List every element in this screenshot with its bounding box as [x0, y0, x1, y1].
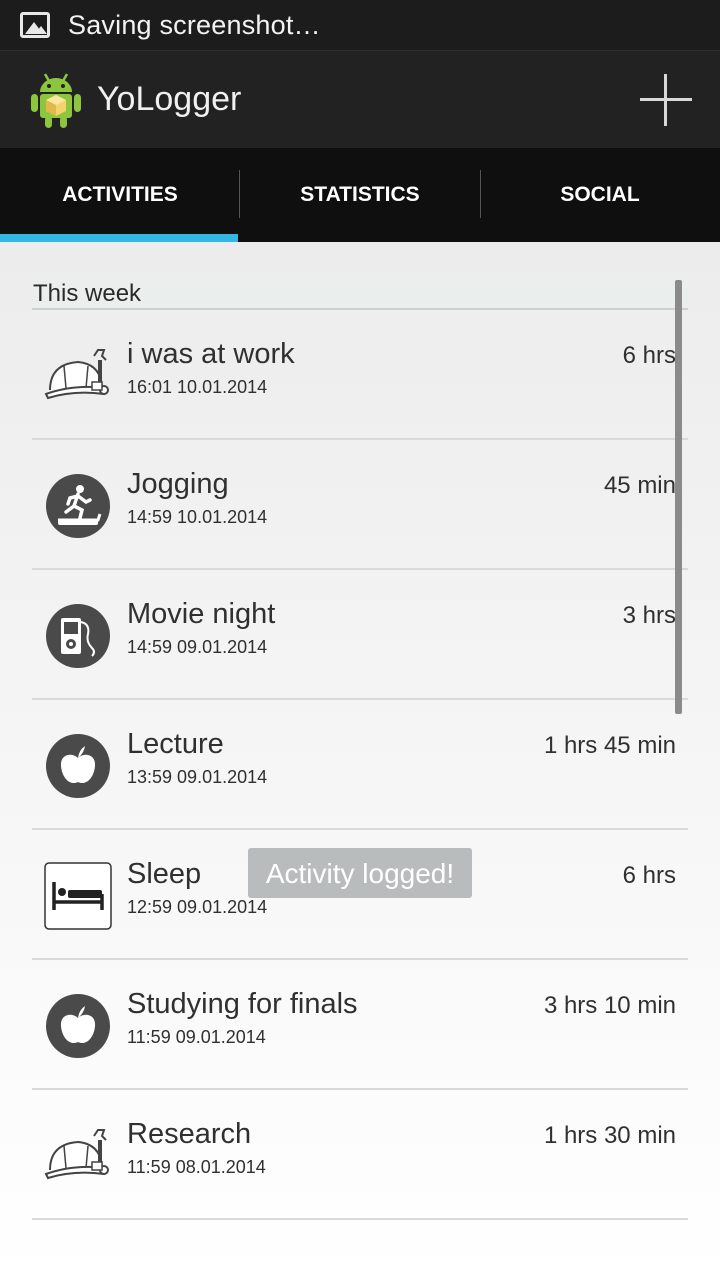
tab-statistics[interactable]: STATISTICS: [240, 148, 480, 242]
tab-bar: ACTIVITIES STATISTICS SOCIAL: [0, 148, 720, 242]
toast-message: Activity logged!: [248, 848, 472, 898]
list-item[interactable]: Jogging 14:59 10.01.2014 45 min: [32, 440, 688, 570]
bed-icon: [44, 862, 112, 930]
activity-name: Movie night: [127, 598, 276, 630]
activity-timestamp: 12:59 09.01.2014: [127, 897, 268, 917]
list-item[interactable]: i was at work 16:01 10.01.2014 6 hrs: [32, 310, 688, 440]
tab-divider: [480, 170, 481, 218]
status-bar: Saving screenshot…: [0, 0, 720, 50]
apple-icon: [46, 994, 110, 1058]
tab-label: SOCIAL: [560, 183, 640, 206]
activity-list: i was at work 16:01 10.01.2014 6 hrs Jog…: [32, 310, 688, 1220]
activity-name: Sleep: [127, 858, 202, 890]
activity-duration: 3 hrs 10 min: [543, 992, 676, 1019]
activity-duration: 1 hrs 30 min: [543, 1122, 676, 1149]
tab-label: STATISTICS: [300, 183, 420, 206]
tab-social[interactable]: SOCIAL: [480, 148, 720, 242]
scrollbar[interactable]: [675, 280, 682, 714]
section-header: This week: [32, 274, 688, 310]
activity-timestamp: 16:01 10.01.2014: [127, 377, 268, 397]
activity-duration: 45 min: [603, 472, 676, 499]
activity-timestamp: 11:59 08.01.2014: [127, 1157, 266, 1177]
add-activity-button[interactable]: [640, 74, 692, 126]
tab-divider: [239, 170, 240, 218]
activity-duration: 1 hrs 45 min: [543, 732, 676, 759]
list-item[interactable]: Movie night 14:59 09.01.2014 3 hrs: [32, 570, 688, 700]
hardhat-wrench-icon: [44, 349, 109, 400]
activity-name: Lecture: [127, 728, 224, 760]
hardhat-wrench-icon: [44, 1129, 109, 1180]
action-bar: YoLogger: [0, 50, 720, 148]
tab-label: ACTIVITIES: [62, 183, 178, 206]
activity-name: Jogging: [127, 468, 229, 500]
list-item[interactable]: Lecture 13:59 09.01.2014 1 hrs 45 min: [32, 700, 688, 830]
activity-name: Studying for finals: [127, 988, 358, 1020]
activity-duration: 6 hrs: [622, 862, 676, 889]
list-item[interactable]: Studying for finals 11:59 09.01.2014 3 h…: [32, 960, 688, 1090]
apple-icon: [46, 734, 110, 798]
android-logo-icon: [31, 72, 81, 128]
activity-name: i was at work: [127, 338, 295, 370]
activity-timestamp: 11:59 09.01.2014: [127, 1027, 266, 1047]
activity-name: Research: [127, 1118, 252, 1150]
list-item[interactable]: Research 11:59 08.01.2014 1 hrs 30 min: [32, 1090, 688, 1220]
activity-timestamp: 14:59 10.01.2014: [127, 507, 268, 527]
activity-timestamp: 14:59 09.01.2014: [127, 637, 268, 657]
tab-activities[interactable]: ACTIVITIES: [0, 148, 240, 242]
status-text: Saving screenshot…: [68, 9, 321, 40]
activity-duration: 6 hrs: [622, 342, 676, 369]
activity-duration: 3 hrs: [622, 602, 676, 629]
activity-list-view: This week i was at work 16:01 10.01.2014…: [0, 242, 720, 1280]
activity-timestamp: 13:59 09.01.2014: [127, 767, 268, 787]
media-player-icon: [46, 604, 110, 668]
app-title: YoLogger: [97, 80, 242, 118]
treadmill-runner-icon: [46, 474, 110, 538]
image-icon: [20, 12, 50, 38]
